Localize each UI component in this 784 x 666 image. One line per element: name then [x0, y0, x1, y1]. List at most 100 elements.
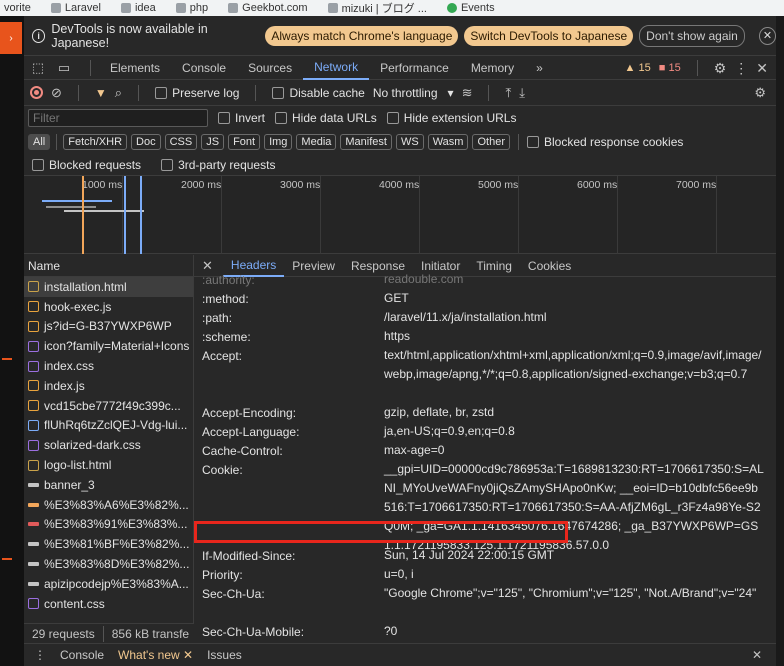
- checkbox[interactable]: [32, 158, 44, 171]
- request-row[interactable]: %E3%83%A6%E3%82%...: [24, 495, 193, 515]
- type-chip-manifest[interactable]: Manifest: [340, 134, 392, 150]
- checkbox[interactable]: [161, 158, 174, 171]
- drawer-menu-icon[interactable]: ⋮: [34, 648, 46, 662]
- type-chip-other[interactable]: Other: [472, 134, 510, 150]
- more-options-icon[interactable]: ⋮: [734, 60, 748, 77]
- throttling-select[interactable]: No throttling ▾: [373, 86, 454, 100]
- type-chip-font[interactable]: Font: [228, 134, 261, 150]
- blocked-response-cookies-checkbox[interactable]: Blocked response cookies: [526, 135, 683, 149]
- network-settings-gear-icon[interactable]: ⚙: [754, 85, 766, 101]
- blocked-requests-checkbox[interactable]: Blocked requests: [32, 158, 141, 172]
- settings-gear-icon[interactable]: ⚙: [714, 60, 727, 77]
- tab-memory[interactable]: Memory: [460, 56, 525, 80]
- drawer-tab-whats-new[interactable]: What's new ✕: [118, 648, 193, 662]
- overview-timeline[interactable]: 1000 ms 2000 ms 3000 ms 4000 ms 5000 ms …: [24, 176, 776, 254]
- filter-input[interactable]: [28, 109, 208, 127]
- type-chip-ws[interactable]: WS: [395, 134, 424, 150]
- third-party-requests-checkbox[interactable]: 3rd-party requests: [161, 158, 275, 172]
- close-icon[interactable]: ✕: [758, 26, 776, 45]
- request-row[interactable]: flUhRq6tzZclQEJ-Vdg-lui...: [24, 416, 193, 436]
- network-conditions-icon[interactable]: ≋: [462, 85, 473, 101]
- request-row[interactable]: index.css: [24, 356, 193, 376]
- type-chip-media[interactable]: Media: [296, 134, 337, 150]
- close-detail-icon[interactable]: ✕: [202, 258, 213, 274]
- request-row[interactable]: icon?family=Material+Icons: [24, 336, 193, 356]
- detail-tab-preview[interactable]: Preview: [284, 255, 343, 277]
- dont-show-again-button[interactable]: Don't show again: [639, 24, 745, 47]
- request-row[interactable]: solarized-dark.css: [24, 435, 193, 455]
- more-tabs-button[interactable]: »: [525, 56, 554, 80]
- header-value[interactable]: ?0: [384, 622, 764, 641]
- type-chip-img[interactable]: Img: [264, 134, 293, 150]
- close-drawer-icon[interactable]: ✕: [752, 648, 762, 662]
- checkbox[interactable]: [526, 136, 539, 148]
- switch-language-button[interactable]: Switch DevTools to Japanese: [464, 25, 634, 46]
- type-chip-all[interactable]: All: [28, 134, 51, 150]
- request-row[interactable]: banner_3: [24, 475, 193, 495]
- checkbox[interactable]: [275, 112, 288, 124]
- inspect-element-icon[interactable]: ⬚: [30, 60, 46, 75]
- header-value[interactable]: GET: [384, 289, 764, 308]
- tab-sources[interactable]: Sources: [237, 56, 303, 80]
- errors-badge[interactable]: ■ 15: [659, 62, 681, 74]
- header-value[interactable]: ja,en-US;q=0.9,en;q=0.8: [384, 422, 764, 441]
- page-orange-tab[interactable]: ›: [0, 22, 22, 54]
- checkbox[interactable]: [272, 86, 285, 99]
- close-devtools-icon[interactable]: ✕: [756, 60, 768, 77]
- header-value[interactable]: https: [384, 327, 764, 346]
- request-row[interactable]: apizipcodejp%E3%83%A...: [24, 574, 193, 594]
- tab-console[interactable]: Console: [171, 56, 237, 80]
- device-toolbar-icon[interactable]: ▭: [56, 60, 72, 75]
- bookmark-item[interactable]: vorite: [4, 2, 31, 14]
- request-row[interactable]: %E3%81%BF%E3%82%...: [24, 534, 193, 554]
- request-row[interactable]: js?id=G-B37YWXP6WP: [24, 317, 193, 337]
- tab-network[interactable]: Network: [303, 56, 370, 80]
- header-value[interactable]: Sun, 14 Jul 2024 22:00:15 GMT: [384, 546, 764, 565]
- hide-data-urls-checkbox[interactable]: Hide data URLs: [275, 111, 377, 125]
- bookmark-item[interactable]: Laravel: [50, 2, 101, 14]
- tab-elements[interactable]: Elements: [99, 56, 171, 80]
- bookmark-item[interactable]: php: [175, 2, 208, 14]
- request-list-header[interactable]: Name: [24, 255, 193, 277]
- close-icon[interactable]: ✕: [183, 648, 193, 662]
- checkbox[interactable]: [386, 112, 399, 124]
- checkbox[interactable]: [218, 112, 230, 124]
- type-chip-fetch-xhr[interactable]: Fetch/XHR: [63, 134, 128, 150]
- request-row[interactable]: %E3%83%8D%E3%82%...: [24, 554, 193, 574]
- type-chip-doc[interactable]: Doc: [131, 134, 161, 150]
- invert-checkbox[interactable]: Invert: [218, 111, 265, 125]
- record-icon[interactable]: [30, 86, 43, 99]
- request-row[interactable]: %E3%83%91%E3%83%...: [24, 515, 193, 535]
- header-value[interactable]: u=0, i: [384, 565, 764, 584]
- request-row[interactable]: index.js: [24, 376, 193, 396]
- disable-cache-checkbox[interactable]: Disable cache: [272, 86, 365, 100]
- type-chip-js[interactable]: JS: [201, 134, 225, 150]
- bookmark-item[interactable]: Geekbot.com: [228, 2, 308, 14]
- preserve-log-checkbox[interactable]: Preserve log: [155, 86, 239, 100]
- request-row[interactable]: vcd15cbe7772f49c399c...: [24, 396, 193, 416]
- bookmark-item[interactable]: idea: [120, 2, 156, 14]
- bookmark-item[interactable]: Events: [446, 2, 495, 14]
- type-chip-css[interactable]: CSS: [164, 134, 198, 150]
- header-value[interactable]: /laravel/11.x/ja/installation.html: [384, 308, 764, 327]
- clear-icon[interactable]: ⊘: [51, 85, 62, 101]
- checkbox[interactable]: [155, 86, 168, 99]
- request-row[interactable]: installation.html: [24, 277, 193, 297]
- request-row[interactable]: content.css: [24, 594, 193, 614]
- header-value[interactable]: readouble.com: [384, 270, 764, 289]
- tab-performance[interactable]: Performance: [369, 56, 460, 80]
- request-row[interactable]: hook-exec.js: [24, 297, 193, 317]
- drawer-tab-console[interactable]: Console: [60, 648, 104, 662]
- drawer-tab-issues[interactable]: Issues: [207, 648, 242, 662]
- filter-funnel-icon[interactable]: ▼: [95, 86, 107, 100]
- request-row[interactable]: logo-list.html: [24, 455, 193, 475]
- bookmark-item[interactable]: mizuki | ブログ ...: [327, 0, 427, 16]
- header-value[interactable]: gzip, deflate, br, zstd: [384, 403, 764, 422]
- search-icon[interactable]: ⌕: [115, 85, 122, 101]
- export-har-icon[interactable]: ⤓: [519, 85, 525, 101]
- header-value[interactable]: max-age=0: [384, 441, 764, 460]
- hide-extension-urls-checkbox[interactable]: Hide extension URLs: [386, 111, 516, 125]
- header-value[interactable]: "Google Chrome";v="125", "Chromium";v="1…: [384, 584, 764, 603]
- header-value[interactable]: text/html,application/xhtml+xml,applicat…: [384, 346, 764, 384]
- type-chip-wasm[interactable]: Wasm: [427, 134, 469, 150]
